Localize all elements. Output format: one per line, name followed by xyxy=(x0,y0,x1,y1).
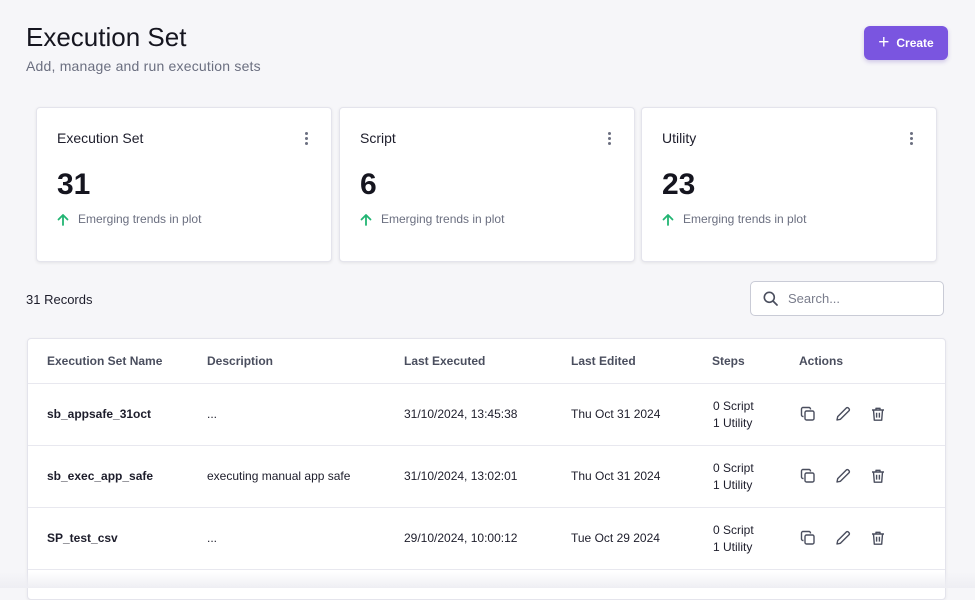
page-subtitle: Add, manage and run execution sets xyxy=(26,58,261,74)
cell-steps: 0 Script 1 Utility xyxy=(713,398,754,432)
table-header: Execution Set Name Description Last Exec… xyxy=(28,339,945,384)
cell-last-executed: 29/10/2024, 10:00:12 xyxy=(404,531,518,545)
card-title: Utility xyxy=(662,130,697,146)
row-actions xyxy=(800,406,886,422)
cell-last-edited: Thu Oct 31 2024 xyxy=(571,407,661,421)
table-row[interactable]: SP_test_csv ... 29/10/2024, 10:00:12 Tue… xyxy=(28,508,945,570)
card-trend: Emerging trends in plot xyxy=(662,212,806,226)
cell-description: ... xyxy=(207,531,218,545)
trash-icon[interactable] xyxy=(870,406,886,422)
cell-steps: 0 Script 1 Utility xyxy=(713,522,754,556)
column-header-steps[interactable]: Steps xyxy=(712,354,745,368)
arrow-up-icon xyxy=(57,213,69,226)
trash-icon[interactable] xyxy=(870,468,886,484)
steps-utility: 1 Utility xyxy=(713,540,753,554)
create-button-label: Create xyxy=(896,36,934,50)
column-header-description[interactable]: Description xyxy=(207,354,273,368)
more-vertical-icon[interactable] xyxy=(606,132,612,146)
row-actions xyxy=(800,468,886,484)
pencil-icon[interactable] xyxy=(835,468,851,484)
copy-icon[interactable] xyxy=(800,468,816,484)
column-header-name[interactable]: Execution Set Name xyxy=(47,354,162,368)
arrow-up-icon xyxy=(360,213,372,226)
cell-last-edited: Tue Oct 29 2024 xyxy=(571,531,660,545)
steps-script: 0 Script xyxy=(713,399,754,413)
plus-icon: + xyxy=(878,31,890,53)
page-title: Execution Set xyxy=(26,22,187,52)
row-actions xyxy=(800,530,886,546)
arrow-up-icon xyxy=(662,213,674,226)
card-trend-text: Emerging trends in plot xyxy=(78,212,202,226)
cell-name[interactable]: SP_test_csv xyxy=(47,531,118,545)
cell-last-executed: 31/10/2024, 13:45:38 xyxy=(404,407,518,421)
table-row[interactable]: sb_exec_app_safe executing manual app sa… xyxy=(28,446,945,508)
cell-description: ... xyxy=(207,407,218,421)
stat-card-execution-set: Execution Set 31 Emerging trends in plot xyxy=(36,107,332,262)
column-header-last-edited[interactable]: Last Edited xyxy=(571,354,636,368)
more-vertical-icon[interactable] xyxy=(303,132,309,146)
cell-steps: 0 Script 1 Utility xyxy=(713,460,754,494)
cell-name[interactable]: sb_exec_app_safe xyxy=(47,469,153,483)
steps-utility: 1 Utility xyxy=(713,478,753,492)
steps-script: 0 Script xyxy=(713,523,754,537)
trash-icon[interactable] xyxy=(870,530,886,546)
card-title: Script xyxy=(360,130,396,146)
card-value: 23 xyxy=(662,168,696,201)
pencil-icon[interactable] xyxy=(835,530,851,546)
table-row[interactable]: sb_appsafe_31oct ... 31/10/2024, 13:45:3… xyxy=(28,384,945,446)
card-trend: Emerging trends in plot xyxy=(57,212,201,226)
column-header-actions: Actions xyxy=(799,354,844,368)
more-vertical-icon[interactable] xyxy=(908,132,914,146)
search-input[interactable] xyxy=(786,290,930,307)
records-count: 31 Records xyxy=(26,292,93,307)
card-value: 31 xyxy=(57,168,91,201)
cell-last-edited: Thu Oct 31 2024 xyxy=(571,469,661,483)
bottom-shadow xyxy=(0,572,975,588)
search-icon xyxy=(763,291,778,306)
stat-card-script: Script 6 Emerging trends in plot xyxy=(339,107,635,262)
cell-last-executed: 31/10/2024, 13:02:01 xyxy=(404,469,518,483)
stat-card-utility: Utility 23 Emerging trends in plot xyxy=(641,107,937,262)
copy-icon[interactable] xyxy=(800,530,816,546)
search-box[interactable] xyxy=(750,281,944,316)
cell-description: executing manual app safe xyxy=(207,469,351,483)
pencil-icon[interactable] xyxy=(835,406,851,422)
card-trend-text: Emerging trends in plot xyxy=(683,212,807,226)
steps-script: 0 Script xyxy=(713,461,754,475)
card-value: 6 xyxy=(360,168,377,201)
card-trend-text: Emerging trends in plot xyxy=(381,212,505,226)
copy-icon[interactable] xyxy=(800,406,816,422)
card-title: Execution Set xyxy=(57,130,144,146)
cell-name[interactable]: sb_appsafe_31oct xyxy=(47,407,151,421)
card-trend: Emerging trends in plot xyxy=(360,212,504,226)
column-header-last-executed[interactable]: Last Executed xyxy=(404,354,485,368)
create-button[interactable]: + Create xyxy=(864,26,948,60)
execution-set-table: Execution Set Name Description Last Exec… xyxy=(27,338,946,600)
steps-utility: 1 Utility xyxy=(713,416,753,430)
